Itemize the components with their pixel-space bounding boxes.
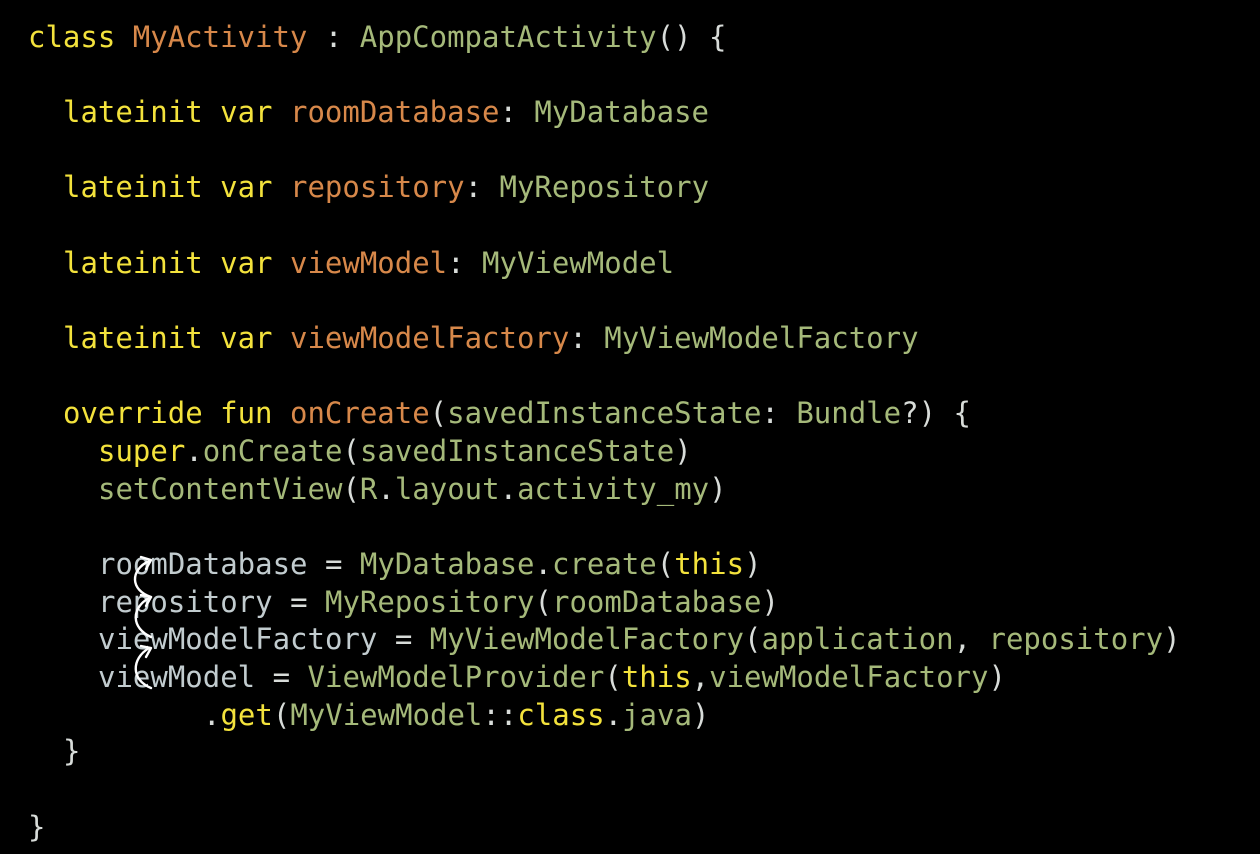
curved-arrow-icon	[134, 593, 153, 639]
curved-arrow-icon	[133, 555, 153, 599]
dependency-arrows	[133, 555, 153, 690]
curved-arrow-icon	[134, 644, 153, 690]
